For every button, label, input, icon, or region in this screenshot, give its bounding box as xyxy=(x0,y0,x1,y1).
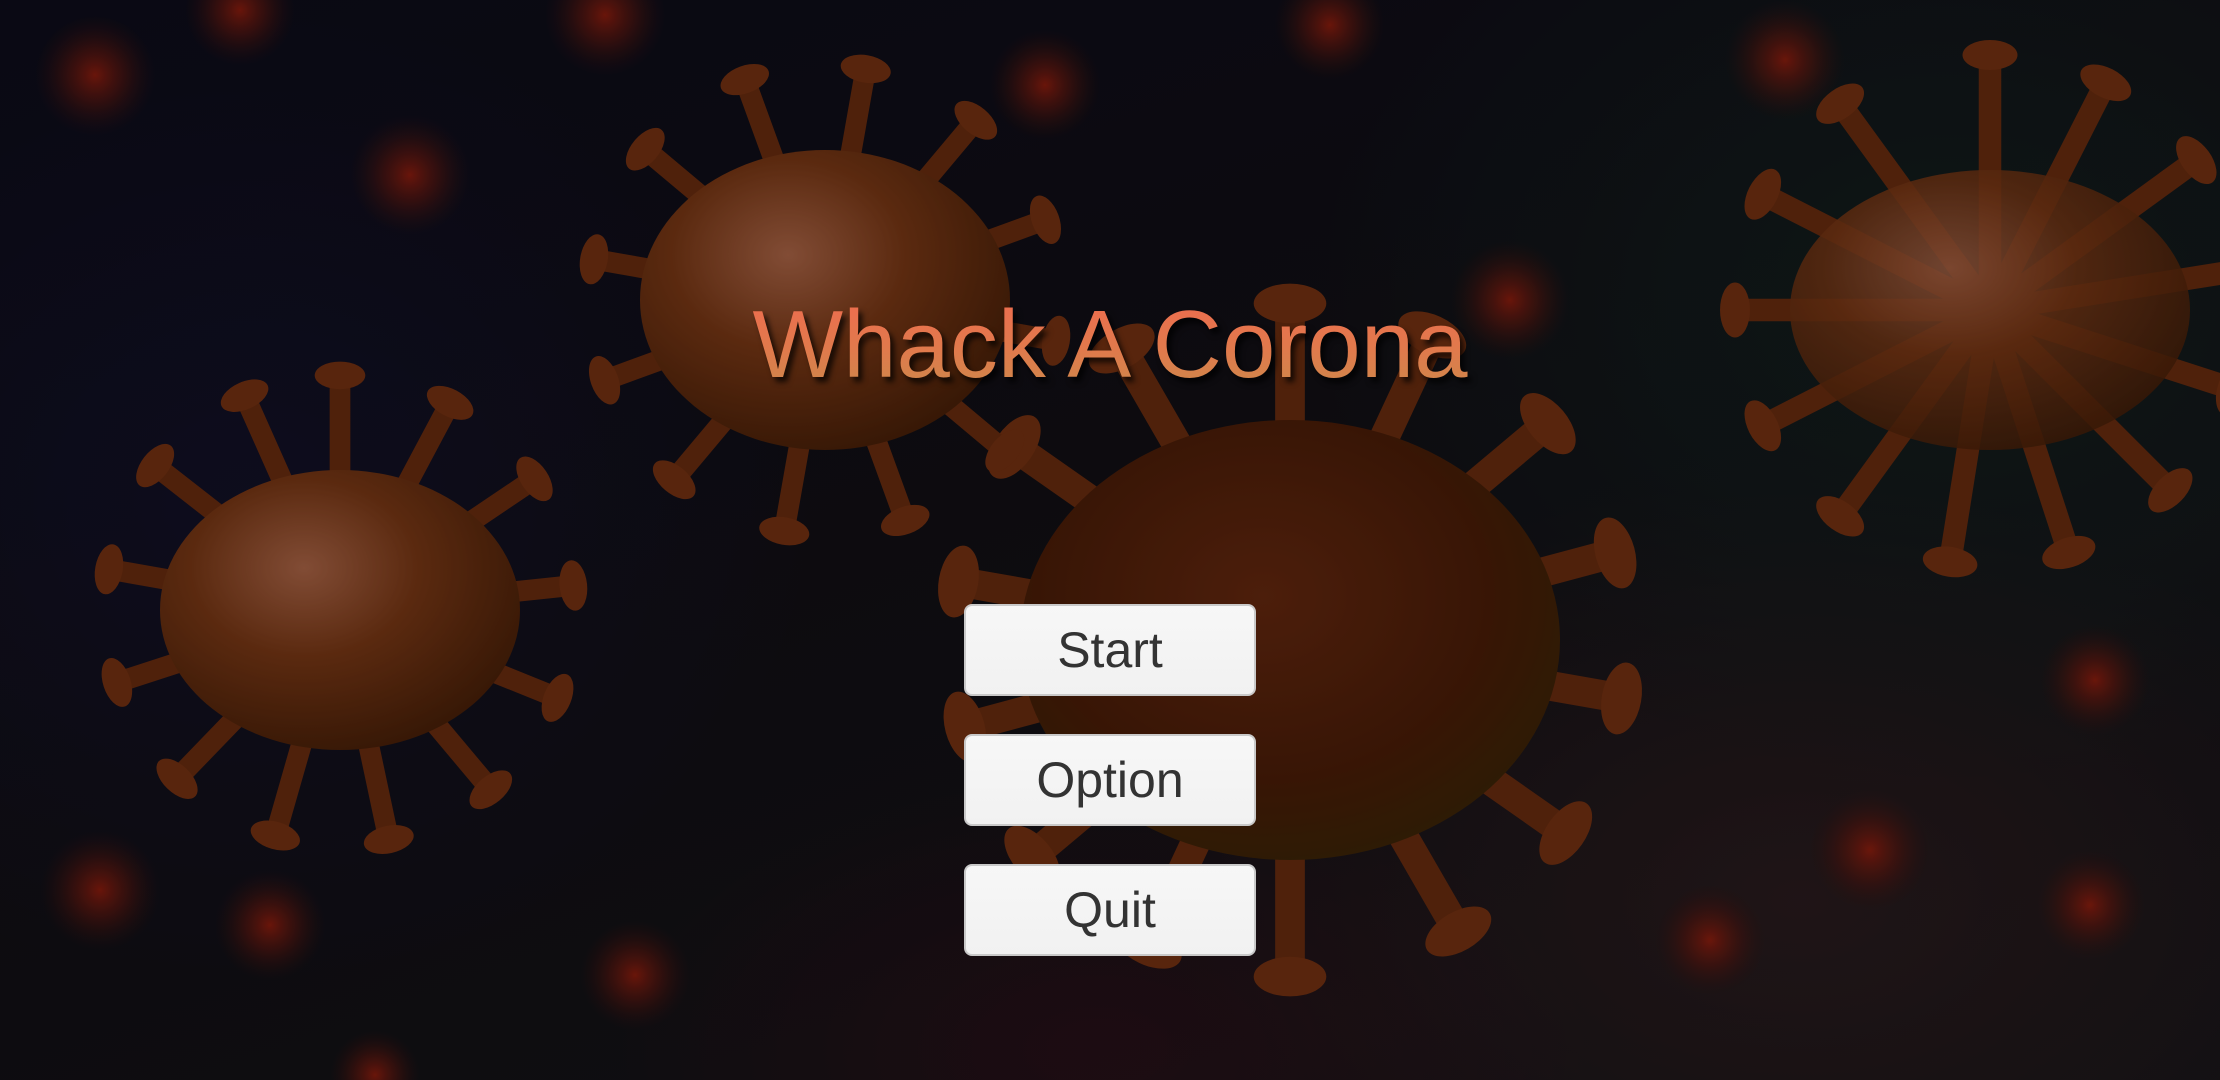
start-button[interactable]: Start xyxy=(964,604,1256,696)
game-title: Whack A Corona xyxy=(0,290,2220,400)
quit-button[interactable]: Quit xyxy=(964,864,1256,956)
option-button[interactable]: Option xyxy=(964,734,1256,826)
main-menu: Start Option Quit xyxy=(964,604,1256,956)
main-menu-screen: Whack A Corona Start Option Quit xyxy=(0,0,2220,1080)
